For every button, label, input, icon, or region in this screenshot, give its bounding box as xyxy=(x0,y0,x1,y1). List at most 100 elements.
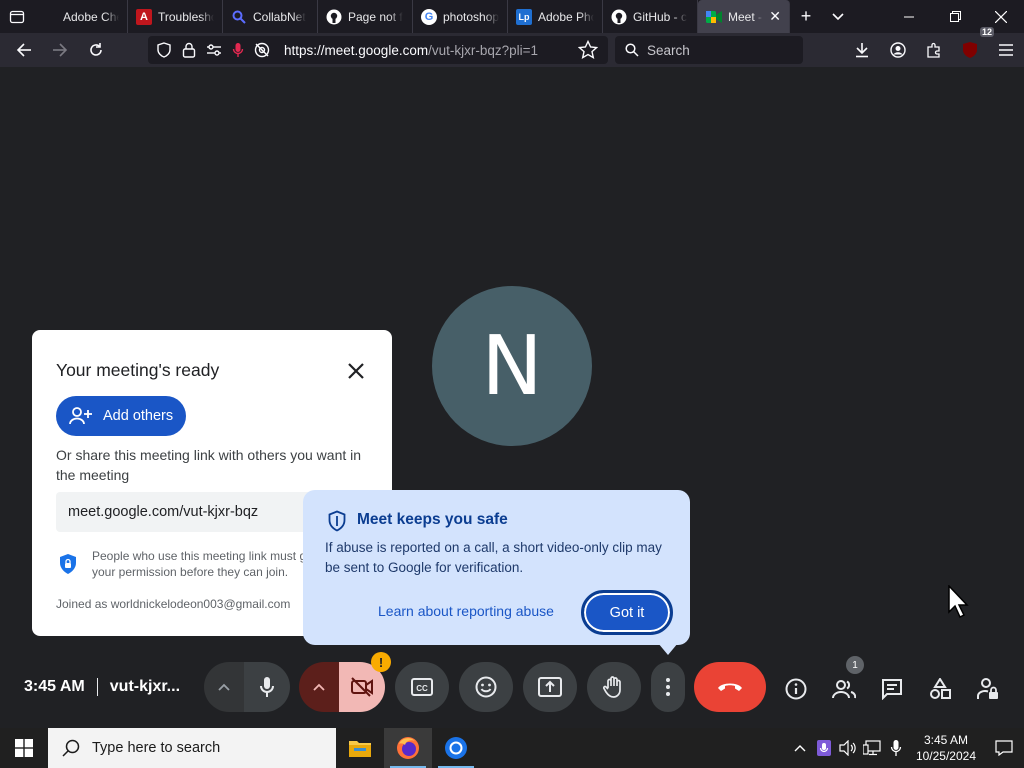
system-tray: 3:45 AM 10/25/2024 xyxy=(788,728,1024,768)
app-menu-button[interactable] xyxy=(988,33,1024,67)
learn-about-reporting-link[interactable]: Learn about reporting abuse xyxy=(378,603,554,619)
search-icon xyxy=(62,739,80,757)
camera-button[interactable]: ! xyxy=(339,652,391,712)
reload-icon xyxy=(90,43,102,56)
reactions-button[interactable] xyxy=(459,662,513,712)
ublock-extension-button[interactable]: 12 xyxy=(952,27,994,67)
volume-button[interactable] xyxy=(836,728,860,768)
back-button[interactable] xyxy=(6,33,42,67)
meeting-time: 3:45 AM xyxy=(24,678,85,695)
raise-hand-button[interactable] xyxy=(587,662,641,712)
account-button[interactable] xyxy=(880,33,916,67)
permission-note: People who use this meeting link must ge… xyxy=(56,548,332,580)
chevron-up-icon xyxy=(218,683,230,691)
chevron-up-icon xyxy=(313,683,325,691)
activities-button[interactable] xyxy=(924,673,956,705)
leave-call-button[interactable] xyxy=(694,662,766,712)
avatar-initial: N xyxy=(481,318,543,414)
new-tab-button[interactable]: + xyxy=(790,0,822,33)
list-all-tabs-button[interactable] xyxy=(822,0,854,33)
restore-button[interactable] xyxy=(932,0,978,33)
tab-adobe-checkout[interactable]: Adobe Checko xyxy=(33,0,128,33)
taskbar-chrome[interactable] xyxy=(432,728,480,768)
download-icon xyxy=(856,43,868,58)
windows-taskbar: Type here to search 3:45 AM 10/25/2024 xyxy=(0,728,1024,768)
forward-button[interactable] xyxy=(42,33,78,67)
firefox-icon xyxy=(397,737,419,759)
mic-status-button[interactable] xyxy=(884,728,908,768)
camera-warning-badge: ! xyxy=(371,652,391,672)
security-shield-icon xyxy=(60,554,76,574)
tab-adobe-photoshop[interactable]: Lp Adobe Pho xyxy=(508,0,603,33)
tab-label: Meet - v xyxy=(728,9,763,24)
people-count-badge: 1 xyxy=(846,656,864,674)
url-host: https://meet.google.com xyxy=(284,42,429,58)
meeting-code: vut-kjxr... xyxy=(109,678,181,695)
firefox-view-button[interactable] xyxy=(0,0,33,33)
camera-blocked-icon[interactable] xyxy=(254,42,270,58)
taskbar-search-placeholder: Type here to search xyxy=(92,740,221,756)
participant-avatar: N xyxy=(432,286,592,446)
ublock-shield-icon xyxy=(963,42,977,58)
tab-photoshop[interactable]: G photoshop xyxy=(413,0,508,33)
tracking-protection-shield-icon[interactable] xyxy=(156,42,172,58)
google-icon: G xyxy=(421,8,437,25)
microphone-in-use-icon[interactable] xyxy=(232,42,244,58)
more-options-button[interactable] xyxy=(651,662,685,712)
taskbar-firefox[interactable] xyxy=(384,728,432,768)
got-it-label: Got it xyxy=(609,604,645,621)
video-options-button[interactable] xyxy=(299,662,339,712)
host-controls-button[interactable] xyxy=(972,673,1004,705)
add-others-button[interactable]: Add others xyxy=(56,396,186,436)
audio-options-button[interactable] xyxy=(204,662,244,712)
tab-label: Adobe Checko xyxy=(63,9,119,24)
taskbar-search-box[interactable]: Type here to search xyxy=(48,728,336,768)
show-hidden-icons-button[interactable] xyxy=(788,728,812,768)
captions-button[interactable]: CC xyxy=(395,662,449,712)
present-screen-button[interactable] xyxy=(523,662,577,712)
microphone-button[interactable] xyxy=(244,662,290,712)
tab-page-not-found[interactable]: Page not f xyxy=(318,0,413,33)
downloads-button[interactable] xyxy=(844,33,880,67)
adobe-icon: A xyxy=(136,8,152,25)
search-bar[interactable]: Search xyxy=(615,36,803,64)
url-text[interactable]: https://meet.google.com/vut-kjxr-bqz?pli… xyxy=(284,43,538,58)
close-tab-icon[interactable]: ✕ xyxy=(769,8,781,25)
tab-github[interactable]: GitHub - c xyxy=(603,0,698,33)
taskbar-file-explorer[interactable] xyxy=(336,728,384,768)
bookmark-star-button[interactable] xyxy=(577,39,600,60)
meeting-details-button[interactable] xyxy=(780,673,812,705)
star-icon xyxy=(577,39,599,60)
hamburger-menu-icon xyxy=(999,44,1013,56)
restore-icon xyxy=(949,11,961,22)
chrome-icon xyxy=(445,737,467,759)
notification-icon xyxy=(995,740,1013,756)
url-path: /vut-kjxr-bqz?pli=1 xyxy=(428,42,538,58)
github-icon xyxy=(326,9,342,25)
chevron-up-icon xyxy=(794,745,806,752)
people-button[interactable] xyxy=(828,673,860,705)
got-it-button[interactable]: Got it xyxy=(581,590,673,635)
minimize-button[interactable] xyxy=(886,0,932,33)
extensions-button[interactable] xyxy=(916,33,952,67)
taskbar-clock[interactable]: 3:45 AM 10/25/2024 xyxy=(908,732,984,764)
shapes-icon xyxy=(930,678,951,699)
tab-troubleshoot[interactable]: A Troublesho xyxy=(128,0,223,33)
arrow-right-icon xyxy=(53,43,68,57)
reload-button[interactable] xyxy=(78,33,114,67)
network-button[interactable] xyxy=(860,728,884,768)
share-instructions: Or share this meeting link with others y… xyxy=(56,447,362,483)
microphone-tray-button[interactable] xyxy=(812,728,836,768)
lock-icon[interactable] xyxy=(182,42,196,58)
tab-collabnet[interactable]: CollabNet xyxy=(223,0,318,33)
notifications-button[interactable] xyxy=(984,728,1024,768)
browser-tab-bar: Adobe Checko A Troublesho CollabNet Page… xyxy=(0,0,1024,33)
camera-off-icon xyxy=(351,677,373,697)
permissions-icon[interactable] xyxy=(206,43,222,57)
chat-button[interactable] xyxy=(876,673,908,705)
close-dialog-button[interactable] xyxy=(342,357,370,385)
start-button[interactable] xyxy=(0,728,48,768)
address-bar[interactable]: https://meet.google.com/vut-kjxr-bqz?pli… xyxy=(148,36,608,64)
tab-meet[interactable]: Meet - v ✕ xyxy=(698,0,790,33)
mouse-cursor-icon xyxy=(948,585,969,619)
